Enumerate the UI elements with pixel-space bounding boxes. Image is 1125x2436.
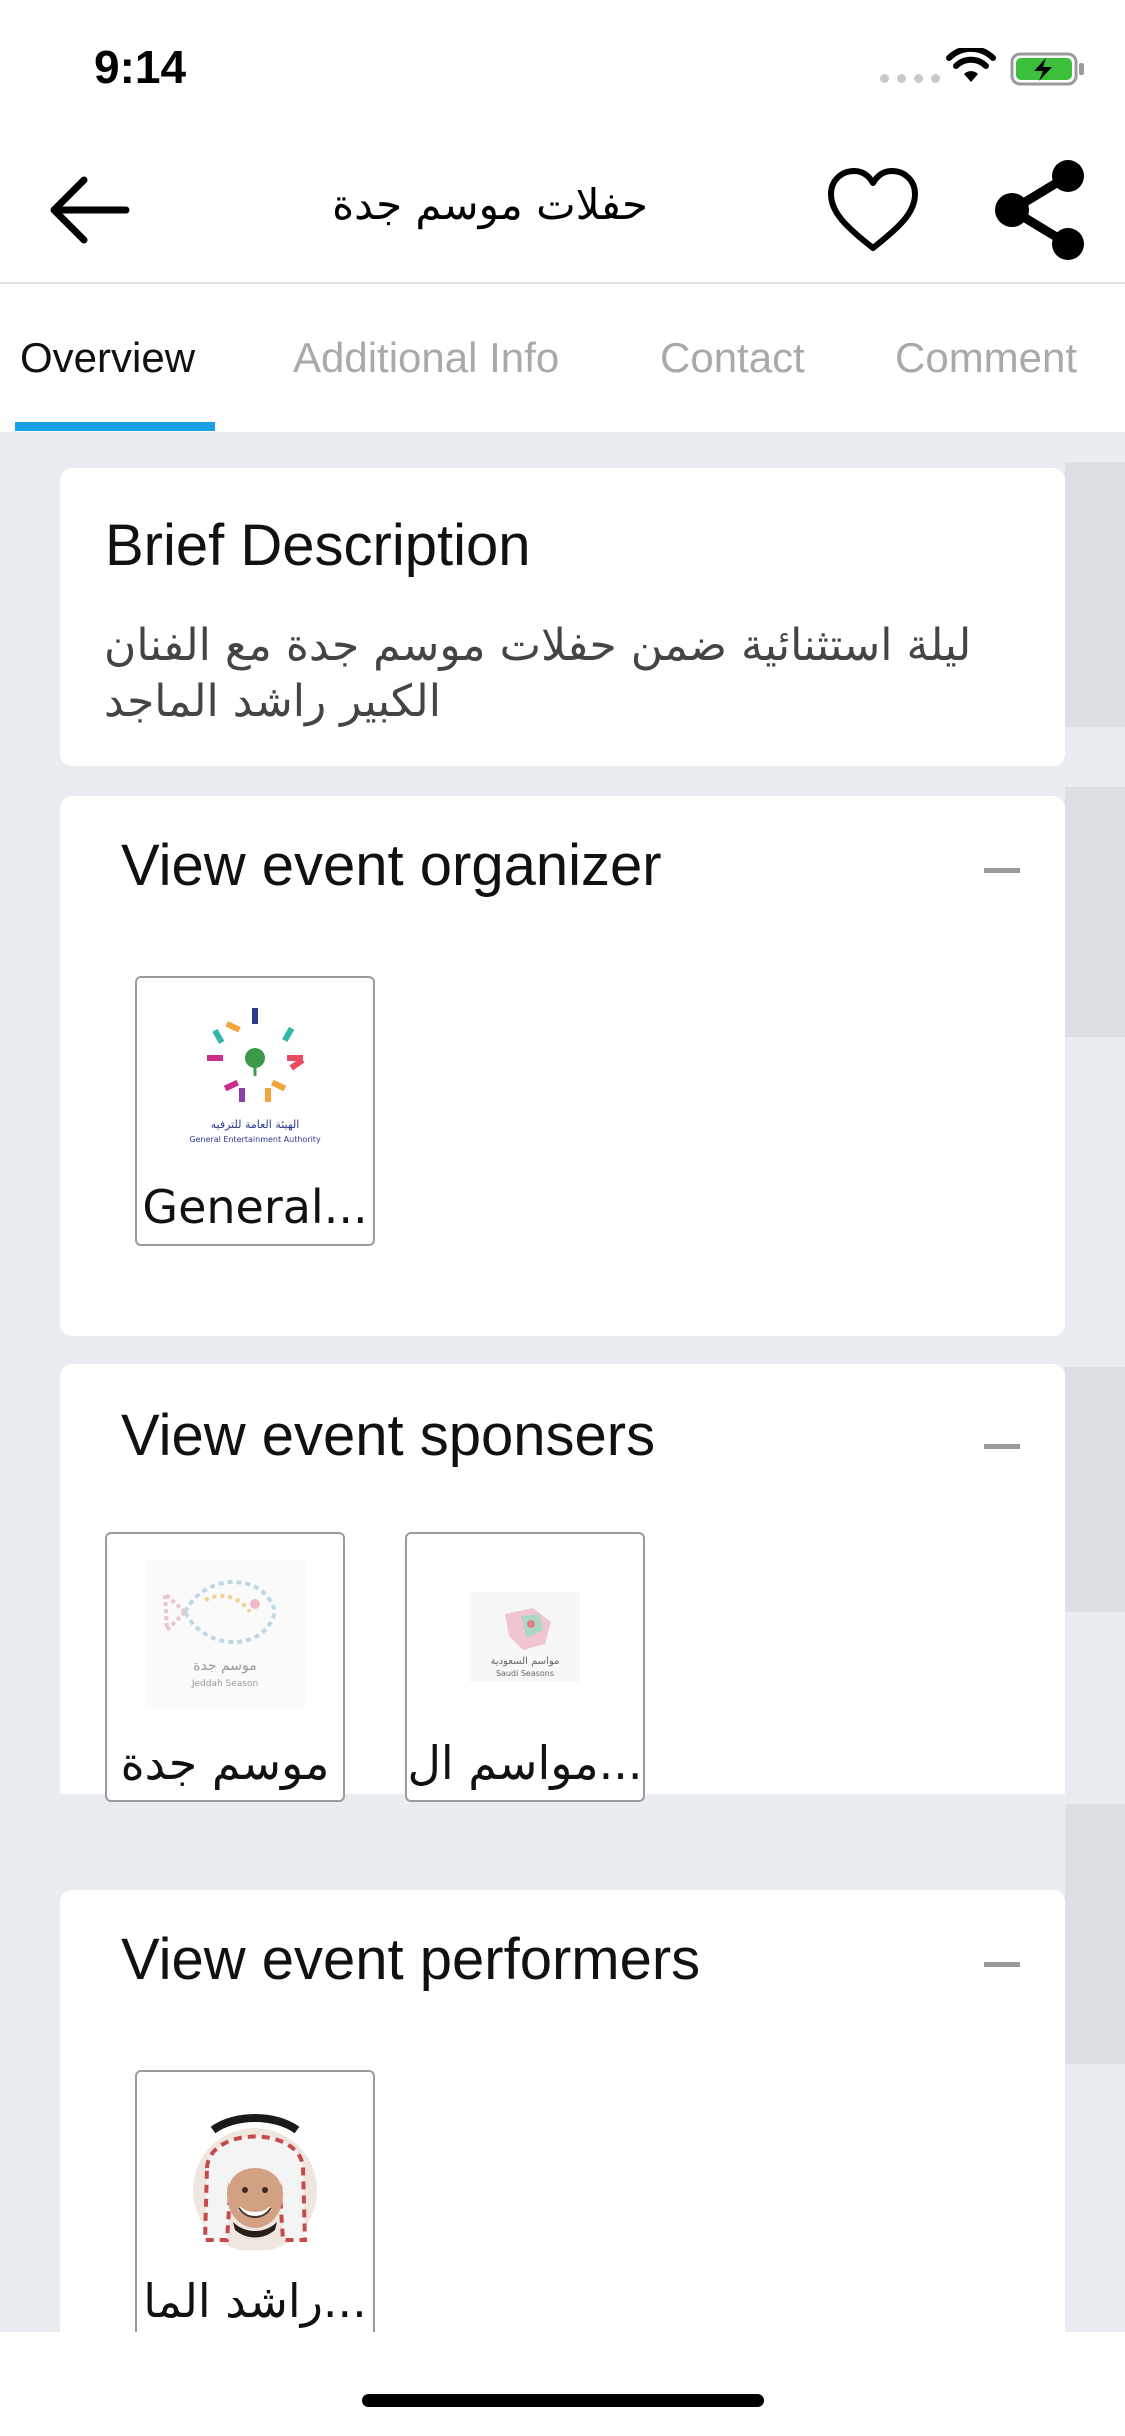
battery-charging-icon [1010,52,1084,86]
status-time: 9:14 [94,41,187,93]
tab-bar: Overview Additional Info Contact Comment [0,284,1125,432]
active-tab-indicator [15,422,215,431]
brief-description-card: Brief Description ليلة استثنائية ضمن حفل… [60,468,1065,766]
tab-contact[interactable]: Contact [660,334,805,382]
collapse-organizer-icon[interactable] [984,868,1020,873]
organizer-heading: View event organizer [121,833,662,898]
performers-card: View event performers راشد الما... [60,1890,1065,2332]
sponsors-card: View event sponsers موسم جدة Jeddah Seas… [60,1364,1065,1802]
performer-tile[interactable]: راشد الما... [135,2070,375,2332]
organizer-name: General... [142,1180,368,1234]
home-indicator-area [0,2332,1125,2436]
sponsor-tile-saudi-seasons[interactable]: مواسم السعودية Saudi Seasons مواسم ال... [405,1532,645,1802]
wifi-icon [946,48,996,82]
status-bar: 9:14 [0,0,1125,140]
brief-description-heading: Brief Description [105,513,531,578]
jeddah-season-logo: موسم جدة Jeddah Season [145,1560,305,1708]
cellular-signal-icon [880,74,940,83]
share-icon[interactable] [990,158,1090,262]
tab-additional-info[interactable]: Additional Info [293,334,559,382]
saudi-seasons-logo: مواسم السعودية Saudi Seasons [470,1592,580,1682]
navigation-bar: حفلات موسم جدة [0,140,1125,284]
jeddah-season-logo-subtext: Jeddah Season [191,1679,258,1689]
sponsor-name: مواسم ال... [407,1736,643,1790]
favorite-heart-icon[interactable] [825,166,921,256]
back-arrow-icon[interactable] [46,170,136,250]
sponsors-heading: View event sponsers [121,1403,656,1468]
home-indicator[interactable] [362,2394,764,2407]
collapse-sponsors-icon[interactable] [984,1444,1020,1449]
performers-heading: View event performers [121,1927,701,1992]
performer-name: راشد الما... [143,2274,367,2328]
overview-content[interactable]: Brief Description ليلة استثنائية ضمن حفل… [0,432,1125,2332]
saudi-seasons-logo-subtext: Saudi Seasons [496,1669,554,1678]
gea-logo-subtext: General Entertainment Authority [189,1135,321,1144]
tab-comment[interactable]: Comment [895,334,1077,382]
collapse-performers-icon[interactable] [984,1962,1020,1967]
gea-logo: الهيئة العامة للترفيه General Entertainm… [189,1008,321,1144]
tab-overview[interactable]: Overview [20,334,195,382]
performer-avatar [189,2114,321,2250]
sponsor-name: موسم جدة [120,1736,330,1790]
brief-description-text: ليلة استثنائية ضمن حفلات موسم جدة مع الف… [104,620,972,727]
saudi-seasons-logo-text: مواسم السعودية [491,1656,560,1667]
organizer-tile[interactable]: الهيئة العامة للترفيه General Entertainm… [135,976,375,1246]
page-title: حفلات موسم جدة [332,180,648,229]
gea-logo-text: الهيئة العامة للترفيه [211,1118,300,1131]
sponsor-tile-jeddah-season[interactable]: موسم جدة Jeddah Season موسم جدة [105,1532,345,1802]
jeddah-season-logo-text: موسم جدة [193,1658,257,1674]
organizer-card: View event organizer الهيئة العامة للترف… [60,796,1065,1336]
